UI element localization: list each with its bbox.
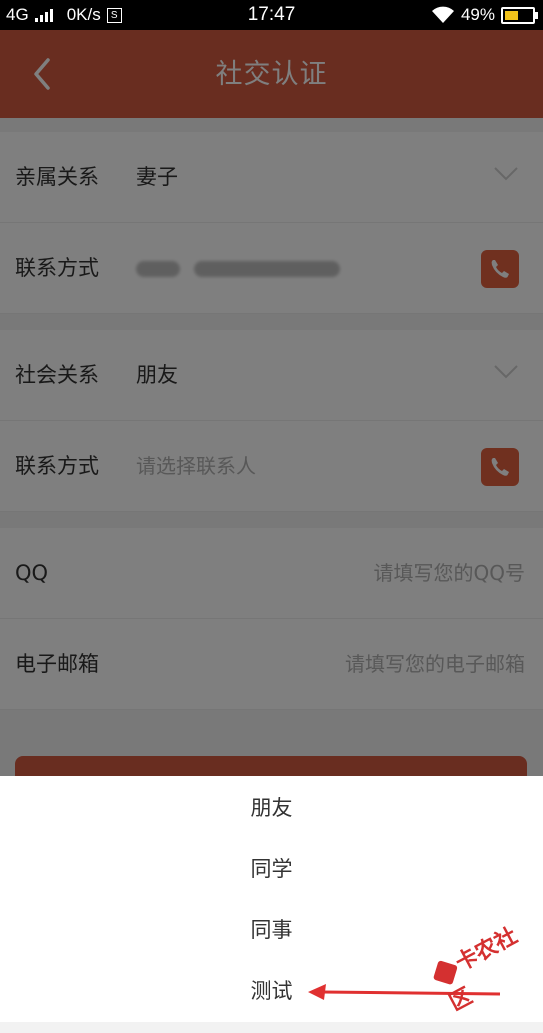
picker-option-classmate[interactable]: 同学 bbox=[0, 839, 543, 900]
battery-icon bbox=[501, 6, 538, 24]
battery-percent: 49% bbox=[460, 5, 495, 24]
wifi-icon bbox=[431, 6, 454, 23]
status-bar: 4G 0K/s S 17:47 49% bbox=[0, 0, 543, 30]
picker-option-friend[interactable]: 朋友 bbox=[0, 778, 543, 839]
